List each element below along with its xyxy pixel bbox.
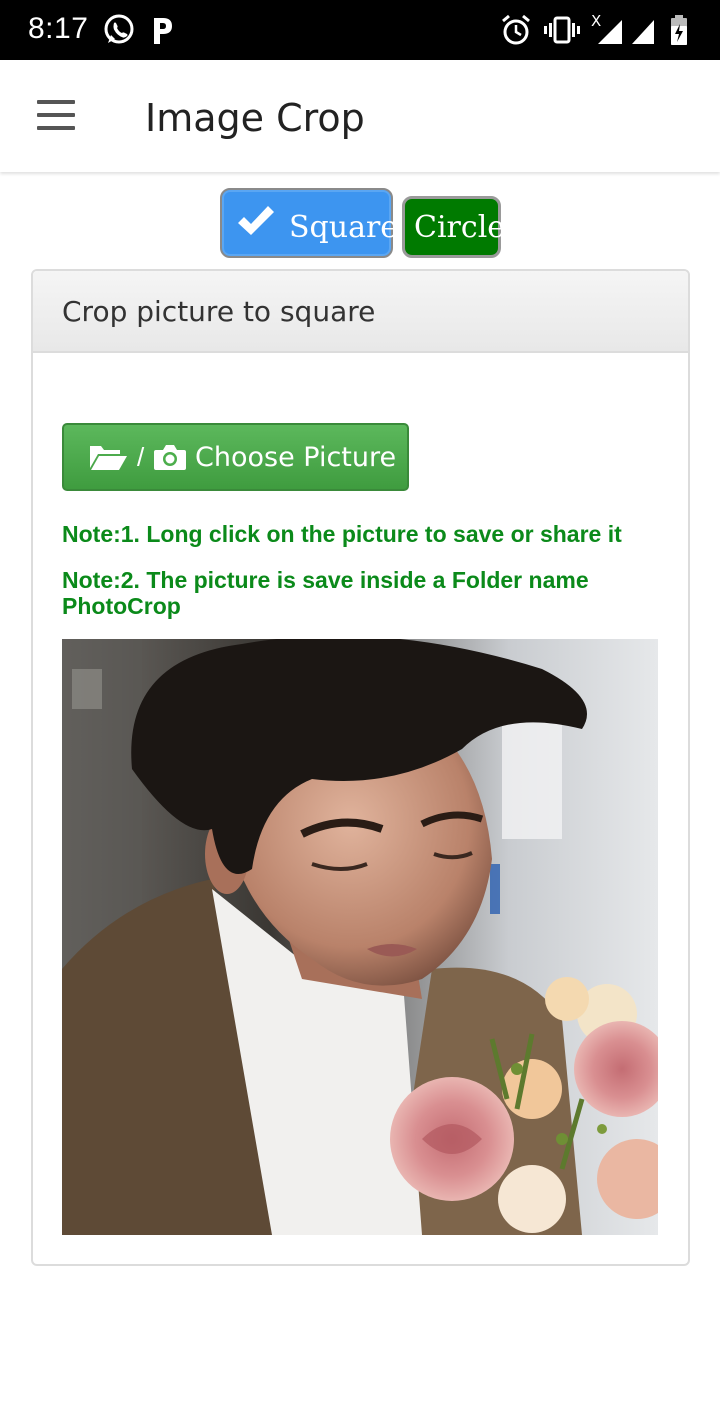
app-title: Image Crop [145, 96, 365, 140]
cropped-photo[interactable] [62, 639, 658, 1235]
choose-picture-button[interactable]: / Choose Picture [62, 423, 409, 491]
vibrate-icon [544, 16, 580, 44]
square-button-label: Square [289, 210, 399, 245]
signal-x-icon: X [591, 12, 622, 44]
whatsapp-icon [104, 14, 134, 44]
alarm-icon [502, 14, 530, 45]
camera-icon [154, 445, 186, 470]
choose-picture-label: Choose Picture [195, 442, 397, 473]
square-toggle-button[interactable]: Square [220, 188, 398, 258]
status-bar: 8:17 X [0, 0, 720, 60]
choose-separator: / [137, 442, 145, 472]
battery-charging-icon [671, 15, 687, 45]
note-save-share: Note:1. Long click on the picture to sav… [62, 521, 622, 547]
svg-text:X: X [591, 12, 601, 30]
folder-open-icon [90, 446, 127, 470]
checkmark-icon [238, 206, 274, 235]
note-folder-location: Note:2. The picture is save inside a Fol… [62, 567, 589, 619]
circle-toggle-button[interactable]: Circle [402, 196, 505, 258]
hamburger-menu-icon[interactable] [36, 100, 76, 132]
parking-p-icon [154, 18, 172, 44]
panel-heading-text: Crop picture to square [62, 295, 376, 328]
panel-heading: Crop picture to square [33, 271, 688, 353]
photo-illustration [62, 639, 658, 1235]
circle-button-label: Circle [414, 210, 506, 245]
app-bar: Image Crop [0, 60, 720, 172]
status-time: 8:17 [28, 12, 89, 45]
signal-icon [632, 20, 654, 44]
